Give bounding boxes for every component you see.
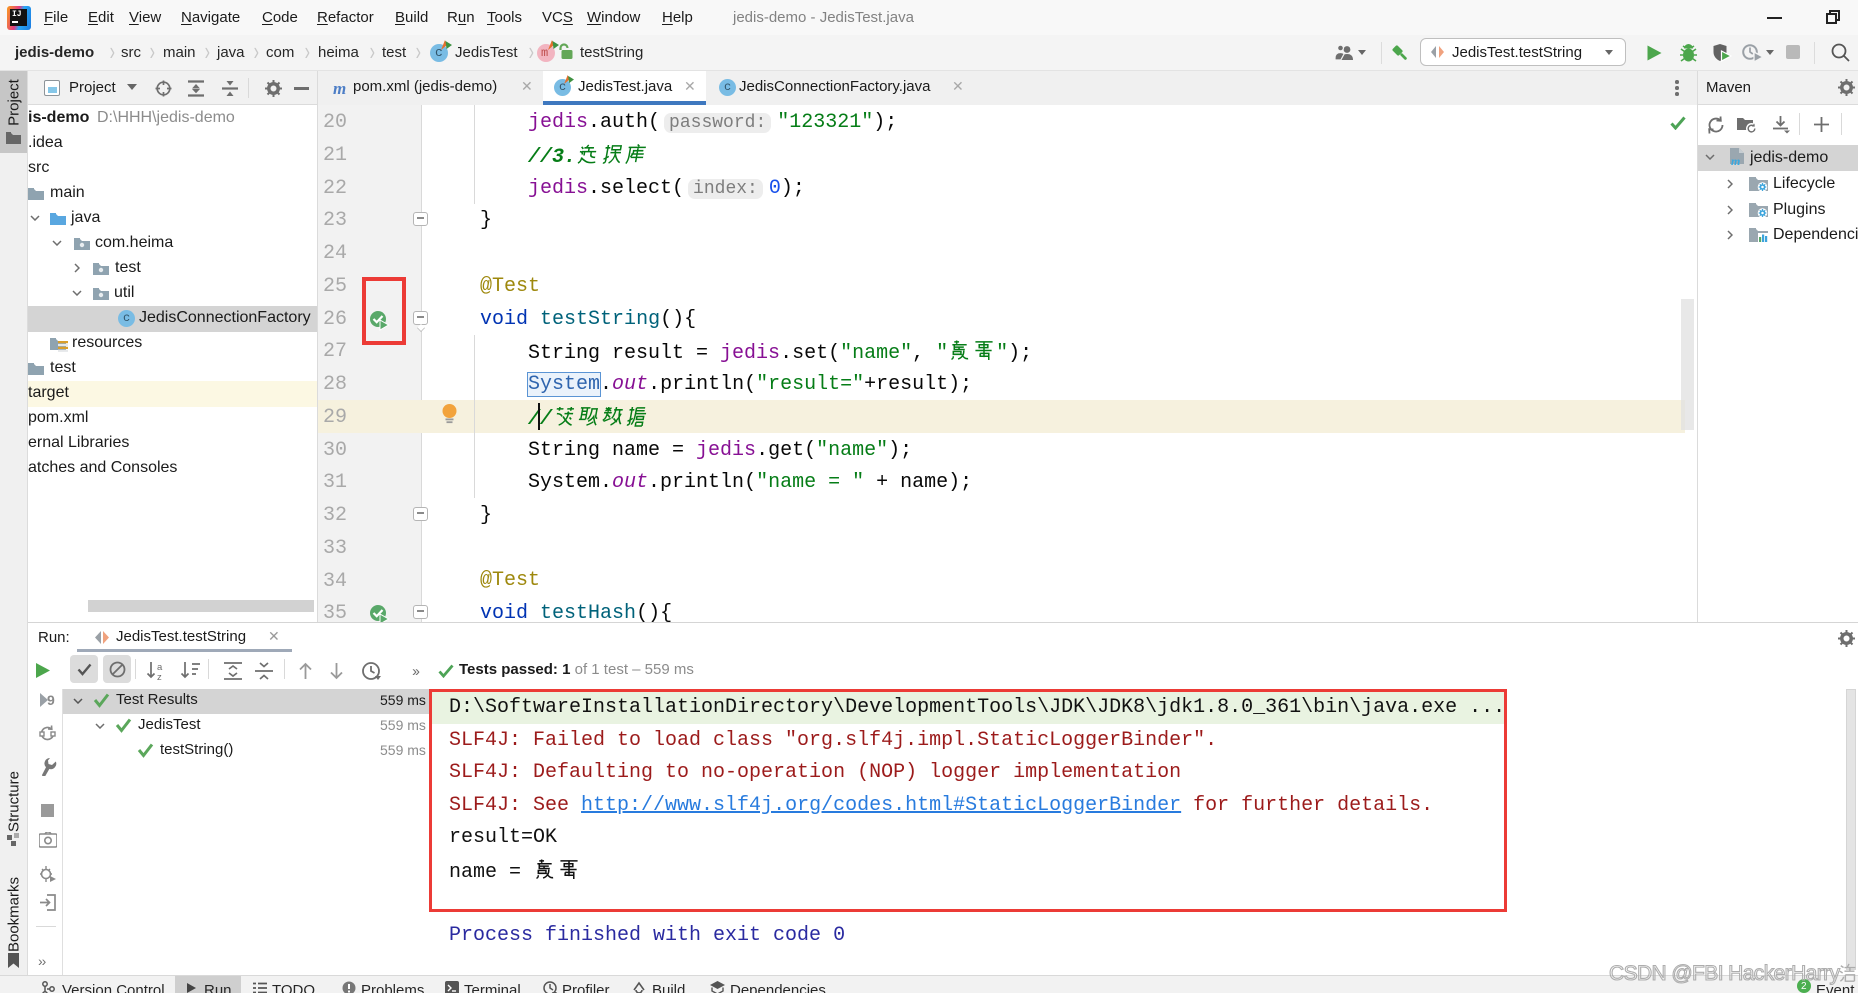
svg-text:z: z: [157, 672, 162, 681]
svg-text:9: 9: [47, 692, 55, 708]
svg-text:m: m: [1731, 154, 1740, 167]
